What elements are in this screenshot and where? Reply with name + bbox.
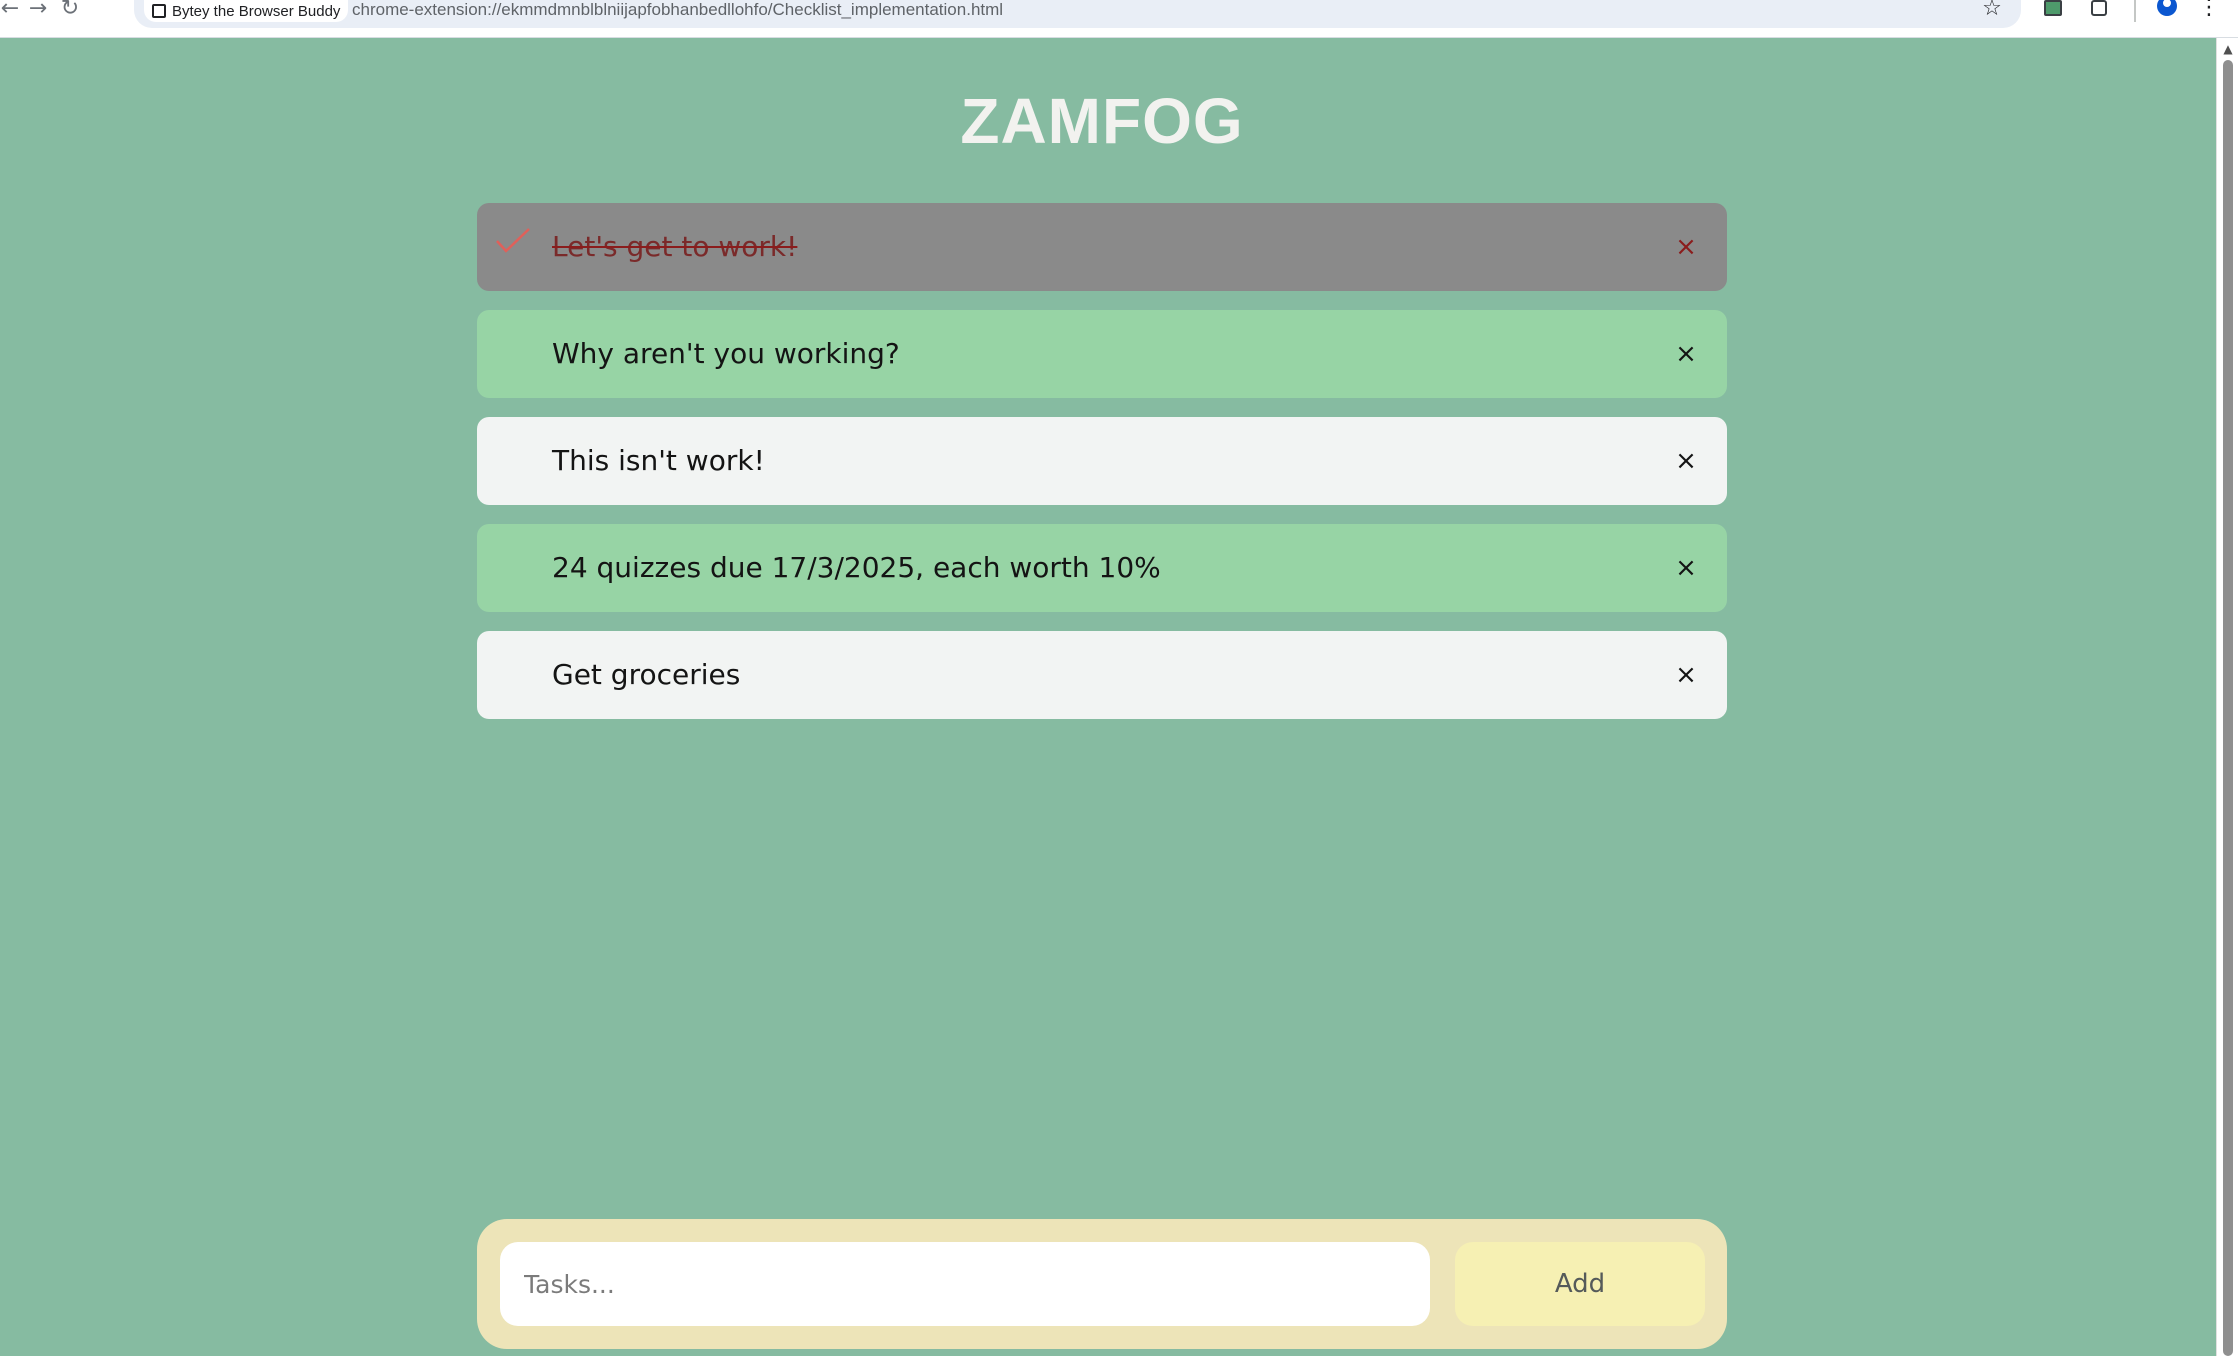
task-item[interactable]: Why aren't you working? × bbox=[477, 310, 1727, 398]
page-title: ZAMFOG bbox=[960, 85, 1244, 157]
task-text: Get groceries bbox=[552, 658, 741, 691]
browser-toolbar: ← → ↻ Bytey the Browser Buddy chrome-ext… bbox=[0, 0, 2238, 38]
checkmark-icon bbox=[496, 228, 530, 253]
bookmark-star-icon[interactable]: ☆ bbox=[1980, 0, 2004, 22]
close-icon[interactable]: × bbox=[1671, 446, 1701, 476]
task-item[interactable]: 24 quizzes due 17/3/2025, each worth 10%… bbox=[477, 524, 1727, 612]
scrollbar[interactable]: ▲ bbox=[2216, 38, 2238, 1356]
task-item[interactable]: This isn't work! × bbox=[477, 417, 1727, 505]
close-icon[interactable]: × bbox=[1671, 339, 1701, 369]
close-icon[interactable]: × bbox=[1671, 553, 1701, 583]
task-item[interactable]: Get groceries × bbox=[477, 631, 1727, 719]
extensions-puzzle-icon[interactable] bbox=[2086, 0, 2112, 22]
close-icon[interactable]: × bbox=[1671, 660, 1701, 690]
kebab-menu-icon[interactable]: ⋮ bbox=[2198, 0, 2220, 22]
extension-monitor-icon[interactable] bbox=[2040, 0, 2066, 22]
site-name: Bytey the Browser Buddy bbox=[172, 2, 341, 20]
task-list: Let's get to work! × Why aren't you workin… bbox=[477, 203, 1727, 738]
url-text[interactable]: chrome-extension://ekmmdmnblblniijapfobh… bbox=[352, 0, 1003, 22]
profile-avatar-icon[interactable] bbox=[2154, 0, 2180, 22]
scroll-up-arrow-icon[interactable]: ▲ bbox=[2217, 42, 2238, 56]
task-input[interactable] bbox=[500, 1242, 1430, 1326]
toolbar-divider bbox=[2134, 0, 2136, 22]
task-text: This isn't work! bbox=[552, 444, 765, 477]
extension-icon bbox=[152, 4, 166, 18]
scroll-thumb[interactable] bbox=[2223, 60, 2233, 1356]
task-item[interactable]: Let's get to work! × bbox=[477, 203, 1727, 291]
address-bar[interactable]: Bytey the Browser Buddy chrome-extension… bbox=[134, 0, 2021, 28]
close-icon[interactable]: × bbox=[1671, 232, 1701, 262]
task-text: Let's get to work! bbox=[552, 230, 798, 263]
site-info-chip[interactable]: Bytey the Browser Buddy bbox=[144, 0, 349, 22]
add-task-bar: Add bbox=[477, 1219, 1727, 1349]
add-button[interactable]: Add bbox=[1455, 1242, 1705, 1326]
task-text: Why aren't you working? bbox=[552, 337, 900, 370]
reload-button[interactable]: ↻ bbox=[50, 0, 90, 22]
task-text: 24 quizzes due 17/3/2025, each worth 10% bbox=[552, 551, 1161, 584]
